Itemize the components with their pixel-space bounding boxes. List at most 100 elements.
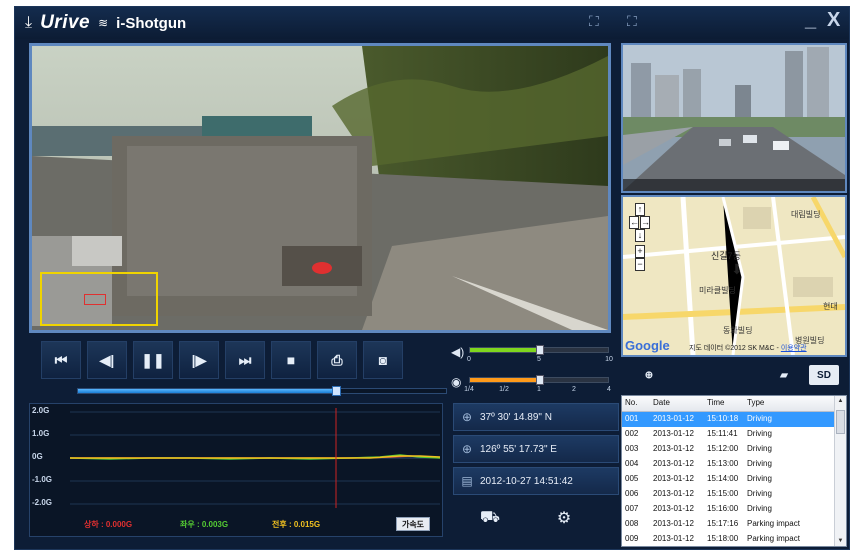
event-row[interactable]: 001 2013-01-12 15:10:18 Driving: [622, 412, 846, 427]
seek-bar-thumb[interactable]: [331, 386, 341, 396]
g-sensor-plot[interactable]: [70, 408, 440, 508]
map-attribution: 지도 데이터 ©2012 SK M&C - 이용약관: [689, 343, 807, 353]
scroll-down-icon[interactable]: ▼: [835, 536, 846, 546]
event-date: 2013-01-12: [653, 519, 694, 528]
legend-lateral: 좌우 : 0.003G: [180, 520, 229, 529]
app-window: ⤓ Urive ≋ i-Shotgun ⛶ ⛶ _ X ↑ ← → ↓ + − …: [14, 6, 850, 550]
map-zoom-in-icon[interactable]: +: [635, 245, 645, 258]
y-axis-label: -2.0G: [32, 498, 53, 507]
column-header-type[interactable]: Type: [744, 396, 836, 411]
volume-slider-thumb[interactable]: [536, 345, 544, 355]
event-no: 004: [625, 459, 639, 468]
event-no: 006: [625, 489, 639, 498]
speed-slider-thumb[interactable]: [536, 375, 544, 385]
folder-icon: ▰: [780, 369, 788, 381]
acceleration-button[interactable]: 가속도: [396, 517, 430, 531]
skip-to-start-button[interactable]: ⏮: [41, 341, 81, 379]
slider-tick-label: 5: [537, 356, 541, 363]
next-icon: |▶: [191, 351, 207, 368]
tab-online[interactable]: ⊕: [631, 365, 667, 385]
datetime-row: ▤ 2012-10-27 14:51:42: [453, 467, 619, 495]
audio-speed-sliders: ◀) 0 5 10 ◉ 1/4 1/2 1 2 4: [451, 343, 617, 403]
event-list-scrollbar[interactable]: ▲ ▼: [834, 396, 846, 546]
event-date: 2013-01-12: [653, 429, 694, 438]
event-time: 15:16:00: [707, 504, 739, 513]
event-type: Parking impact: [747, 519, 800, 528]
location-marker-icon: ⬇: [731, 261, 743, 277]
fullscreen-main-icon[interactable]: ⛶: [589, 13, 599, 30]
slider-tick-label: 1/2: [499, 386, 509, 393]
event-type: Driving: [747, 429, 772, 438]
minimize-button[interactable]: _: [805, 9, 816, 32]
event-time: 15:15:00: [707, 489, 739, 498]
speed-slider[interactable]: [469, 375, 609, 385]
map-pan-up-icon[interactable]: ↑: [635, 203, 645, 216]
map-pan-right-icon[interactable]: →: [640, 216, 650, 229]
map-pan-down-icon[interactable]: ↓: [635, 229, 645, 242]
seek-bar[interactable]: [77, 386, 447, 396]
event-date: 2013-01-12: [653, 474, 694, 483]
fullscreen-side-icon[interactable]: ⛶: [627, 13, 637, 30]
gear-icon: ⚙: [556, 510, 572, 527]
event-type: Driving: [747, 474, 772, 483]
event-row[interactable]: 007 2013-01-12 15:16:00 Driving: [622, 502, 846, 517]
secondary-video-view[interactable]: [621, 43, 847, 193]
event-time: 15:17:16: [707, 519, 739, 528]
snapshot-button[interactable]: ◙: [363, 341, 403, 379]
map-pan-left-icon[interactable]: ←: [629, 216, 639, 229]
settings-button[interactable]: ⚙: [545, 501, 583, 535]
speed-ticks: 1/4 1/2 1 2 4: [464, 386, 611, 396]
event-row[interactable]: 004 2013-01-12 15:13:00 Driving: [622, 457, 846, 472]
google-logo: Google: [625, 338, 670, 353]
skip-to-end-button[interactable]: ⏭: [225, 341, 265, 379]
map-view[interactable]: ↑ ← → ↓ + − 신길7동 ⬇ 미라클빌딩 대림빌딩 동화빌딩 병원빌딩 …: [621, 195, 847, 357]
map-nav-controls[interactable]: ↑ ← → ↓ + −: [629, 203, 651, 271]
event-type: Driving: [747, 444, 772, 453]
event-date: 2013-01-12: [653, 504, 694, 513]
event-row[interactable]: 008 2013-01-12 15:17:16 Parking impact: [622, 517, 846, 532]
close-button[interactable]: X: [827, 9, 840, 32]
download-icon[interactable]: ⤓: [25, 14, 32, 32]
pause-button[interactable]: ❚❚: [133, 341, 173, 379]
event-no: 009: [625, 534, 639, 543]
scroll-up-icon[interactable]: ▲: [835, 396, 846, 406]
event-row[interactable]: 003 2013-01-12 15:12:00 Driving: [622, 442, 846, 457]
scroll-thumb[interactable]: [836, 410, 845, 434]
event-no: 007: [625, 504, 639, 513]
speed-slider-fill: [470, 378, 540, 382]
next-frame-button[interactable]: |▶: [179, 341, 219, 379]
map-terms-link[interactable]: 이용약관: [781, 345, 807, 352]
event-no: 008: [625, 519, 639, 528]
column-header-no[interactable]: No.: [622, 396, 650, 411]
brand-name: Urive: [40, 12, 91, 33]
main-video-view[interactable]: [29, 43, 611, 333]
event-row[interactable]: 002 2013-01-12 15:11:41 Driving: [622, 427, 846, 442]
globe-icon: ⊕: [644, 369, 654, 381]
vehicle-settings-button[interactable]: ⛟: [471, 501, 509, 535]
product-name: i-Shotgun: [116, 14, 187, 32]
event-row[interactable]: 009 2013-01-12 15:18:00 Parking impact: [622, 532, 846, 546]
speed-dial-icon: ◉: [451, 375, 462, 389]
print-icon: ⎙: [331, 351, 343, 368]
globe-icon: ⊕: [461, 442, 473, 456]
volume-slider[interactable]: [469, 345, 609, 355]
event-row[interactable]: 006 2013-01-12 15:15:00 Driving: [622, 487, 846, 502]
previous-frame-button[interactable]: ◀|: [87, 341, 127, 379]
event-row[interactable]: 005 2013-01-12 15:14:00 Driving: [622, 472, 846, 487]
print-button[interactable]: ⎙: [317, 341, 357, 379]
tab-sd-card[interactable]: SD: [809, 365, 839, 385]
column-header-date[interactable]: Date: [650, 396, 704, 411]
event-type: Driving: [747, 414, 772, 423]
event-no: 005: [625, 474, 639, 483]
volume-ticks: 0 5 10: [467, 356, 613, 366]
event-type: Driving: [747, 504, 772, 513]
map-zoom-out-icon[interactable]: −: [635, 258, 645, 271]
volume-slider-fill: [470, 348, 540, 352]
stop-button[interactable]: ■: [271, 341, 311, 379]
tab-folder[interactable]: ▰: [769, 365, 799, 385]
event-date: 2013-01-12: [653, 489, 694, 498]
event-time: 15:18:00: [707, 534, 739, 543]
speaker-icon: ◀): [451, 345, 465, 359]
column-header-time[interactable]: Time: [704, 396, 744, 411]
event-time: 15:12:00: [707, 444, 739, 453]
